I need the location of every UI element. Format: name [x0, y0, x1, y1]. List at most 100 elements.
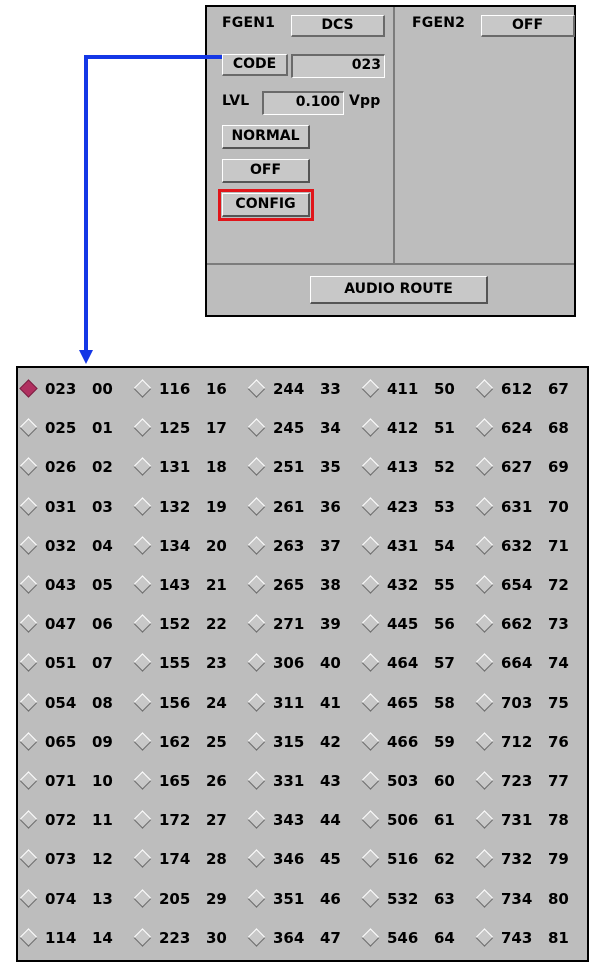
- radio-icon[interactable]: [361, 732, 380, 751]
- radio-icon[interactable]: [133, 379, 152, 398]
- code-option[interactable]: 445 56: [361, 614, 470, 637]
- code-option[interactable]: 743 81: [475, 928, 584, 951]
- radio-icon[interactable]: [475, 849, 494, 869]
- radio-icon[interactable]: [247, 732, 266, 751]
- code-option[interactable]: 331 43: [247, 771, 356, 794]
- radio-icon[interactable]: [361, 496, 380, 516]
- code-option[interactable]: 065 09: [19, 732, 128, 755]
- radio-icon[interactable]: [19, 418, 38, 437]
- radio-icon[interactable]: [247, 614, 266, 633]
- code-option[interactable]: 413 52: [361, 457, 470, 480]
- radio-icon[interactable]: [133, 810, 152, 829]
- radio-icon[interactable]: [247, 653, 266, 673]
- radio-icon[interactable]: [361, 457, 380, 477]
- code-option[interactable]: 165 26: [133, 771, 242, 794]
- code-option[interactable]: 423 53: [361, 496, 470, 520]
- radio-icon[interactable]: [19, 928, 38, 947]
- radio-icon[interactable]: [133, 692, 152, 712]
- radio-icon[interactable]: [361, 653, 380, 673]
- radio-icon[interactable]: [361, 810, 380, 829]
- code-option[interactable]: 612 67: [475, 379, 584, 402]
- code-option[interactable]: 131 18: [133, 457, 242, 480]
- code-option[interactable]: 654 72: [475, 575, 584, 598]
- code-option[interactable]: 346 45: [247, 849, 356, 872]
- code-field[interactable]: 023: [291, 54, 385, 78]
- code-option[interactable]: 632 71: [475, 536, 584, 559]
- radio-icon[interactable]: [361, 379, 380, 398]
- code-option[interactable]: 503 60: [361, 771, 470, 794]
- code-option[interactable]: 624 68: [475, 418, 584, 441]
- code-option[interactable]: 032 04: [19, 536, 128, 559]
- code-option[interactable]: 223 30: [133, 928, 242, 951]
- radio-icon[interactable]: [247, 928, 266, 947]
- radio-icon[interactable]: [361, 575, 380, 594]
- code-option[interactable]: 245 34: [247, 418, 356, 441]
- radio-icon[interactable]: [133, 928, 152, 947]
- radio-icon[interactable]: [19, 692, 38, 712]
- code-option[interactable]: 054 08: [19, 692, 128, 716]
- code-option[interactable]: 315 42: [247, 732, 356, 755]
- code-option[interactable]: 162 25: [133, 732, 242, 755]
- code-option[interactable]: 546 64: [361, 928, 470, 951]
- code-option[interactable]: 114 14: [19, 928, 128, 951]
- radio-icon[interactable]: [247, 888, 266, 908]
- code-button[interactable]: CODE: [222, 54, 288, 76]
- radio-icon[interactable]: [361, 849, 380, 869]
- radio-icon[interactable]: [361, 536, 380, 555]
- code-option[interactable]: 152 22: [133, 614, 242, 637]
- radio-icon[interactable]: [475, 379, 494, 398]
- code-option[interactable]: 723 77: [475, 771, 584, 794]
- radio-icon[interactable]: [475, 536, 494, 555]
- code-option[interactable]: 074 13: [19, 888, 128, 912]
- radio-icon[interactable]: [475, 888, 494, 908]
- code-option[interactable]: 466 59: [361, 732, 470, 755]
- radio-icon[interactable]: [133, 614, 152, 633]
- off-button[interactable]: OFF: [222, 159, 310, 183]
- code-option[interactable]: 072 11: [19, 810, 128, 833]
- radio-icon[interactable]: [19, 496, 38, 516]
- code-option[interactable]: 125 17: [133, 418, 242, 441]
- radio-icon[interactable]: [361, 692, 380, 712]
- radio-icon[interactable]: [133, 536, 152, 555]
- radio-icon[interactable]: [475, 732, 494, 751]
- radio-icon[interactable]: [247, 496, 266, 516]
- code-option[interactable]: 261 36: [247, 496, 356, 520]
- radio-icon[interactable]: [133, 418, 152, 437]
- radio-icon[interactable]: [19, 457, 38, 477]
- code-option[interactable]: 156 24: [133, 692, 242, 716]
- code-option[interactable]: 506 61: [361, 810, 470, 833]
- code-option[interactable]: 703 75: [475, 692, 584, 716]
- radio-icon[interactable]: [19, 732, 38, 751]
- radio-icon[interactable]: [475, 575, 494, 594]
- code-option[interactable]: 351 46: [247, 888, 356, 912]
- radio-selected-icon[interactable]: [19, 379, 38, 398]
- code-option[interactable]: 143 21: [133, 575, 242, 598]
- radio-icon[interactable]: [19, 575, 38, 594]
- radio-icon[interactable]: [19, 888, 38, 908]
- code-option[interactable]: 263 37: [247, 536, 356, 559]
- code-option[interactable]: 025 01: [19, 418, 128, 441]
- code-option[interactable]: 073 12: [19, 849, 128, 872]
- radio-icon[interactable]: [19, 536, 38, 555]
- radio-icon[interactable]: [247, 692, 266, 712]
- code-option[interactable]: 732 79: [475, 849, 584, 872]
- radio-icon[interactable]: [475, 457, 494, 477]
- normal-button[interactable]: NORMAL: [222, 125, 310, 149]
- radio-icon[interactable]: [361, 614, 380, 633]
- radio-icon[interactable]: [19, 614, 38, 633]
- code-option[interactable]: 134 20: [133, 536, 242, 559]
- code-option[interactable]: 712 76: [475, 732, 584, 755]
- fgen2-mode-select[interactable]: OFF: [481, 15, 575, 37]
- code-option[interactable]: 431 54: [361, 536, 470, 559]
- radio-icon[interactable]: [475, 418, 494, 437]
- code-option[interactable]: 532 63: [361, 888, 470, 912]
- radio-icon[interactable]: [133, 849, 152, 869]
- code-option[interactable]: 265 38: [247, 575, 356, 598]
- code-option[interactable]: 043 05: [19, 575, 128, 598]
- code-option[interactable]: 132 19: [133, 496, 242, 520]
- code-option[interactable]: 631 70: [475, 496, 584, 520]
- code-option[interactable]: 734 80: [475, 888, 584, 912]
- code-option[interactable]: 412 51: [361, 418, 470, 441]
- radio-icon[interactable]: [475, 653, 494, 673]
- radio-icon[interactable]: [133, 888, 152, 908]
